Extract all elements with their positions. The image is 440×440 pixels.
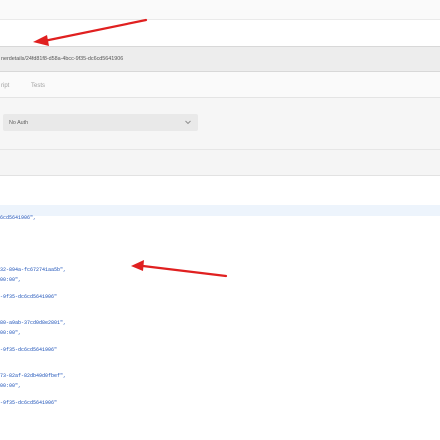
request-body-bar — [0, 150, 440, 176]
response-line: 00:00", — [0, 330, 22, 336]
response-line: -9f35-dc6cd5641906" — [0, 347, 58, 353]
auth-type-select[interactable]: No Auth — [3, 114, 198, 131]
chevron-down-icon — [185, 120, 191, 125]
url-bar[interactable]: nerdetails/24fd81f8-d58a-4bcc-9f35-dc6cd… — [0, 46, 440, 72]
toolbar-strip — [0, 0, 440, 20]
response-line: 00:00", — [0, 277, 22, 283]
request-tabs: ript Tests — [0, 72, 440, 98]
response-header — [0, 176, 440, 205]
response-line: 32-894a-fc672741aa5b", — [0, 267, 67, 273]
tab-pre-request-script[interactable]: ript — [1, 82, 9, 90]
url-text[interactable]: nerdetails/24fd81f8-d58a-4bcc-9f35-dc6cd… — [1, 55, 123, 63]
response-line: 6cd5641906", — [0, 215, 37, 221]
request-pane: nerdetails/24fd81f8-d58a-4bcc-9f35-dc6cd… — [0, 0, 440, 205]
tab-tests[interactable]: Tests — [31, 82, 45, 90]
response-line: 80-a9ab-37cd0d8e2801", — [0, 320, 67, 326]
response-line: 73-82af-82db49d0fbef", — [0, 373, 67, 379]
auth-type-value: No Auth — [9, 120, 29, 126]
response-line: -9f35-dc6cd5641906" — [0, 294, 58, 300]
response-line: 00:00", — [0, 383, 22, 389]
response-line: -9f35-dc6cd5641906" — [0, 400, 58, 406]
response-body: 6cd5641906", 32-894a-fc672741aa5b", 00:0… — [0, 205, 440, 440]
authorization-panel: No Auth — [0, 98, 440, 150]
highlighted-line — [0, 205, 440, 216]
